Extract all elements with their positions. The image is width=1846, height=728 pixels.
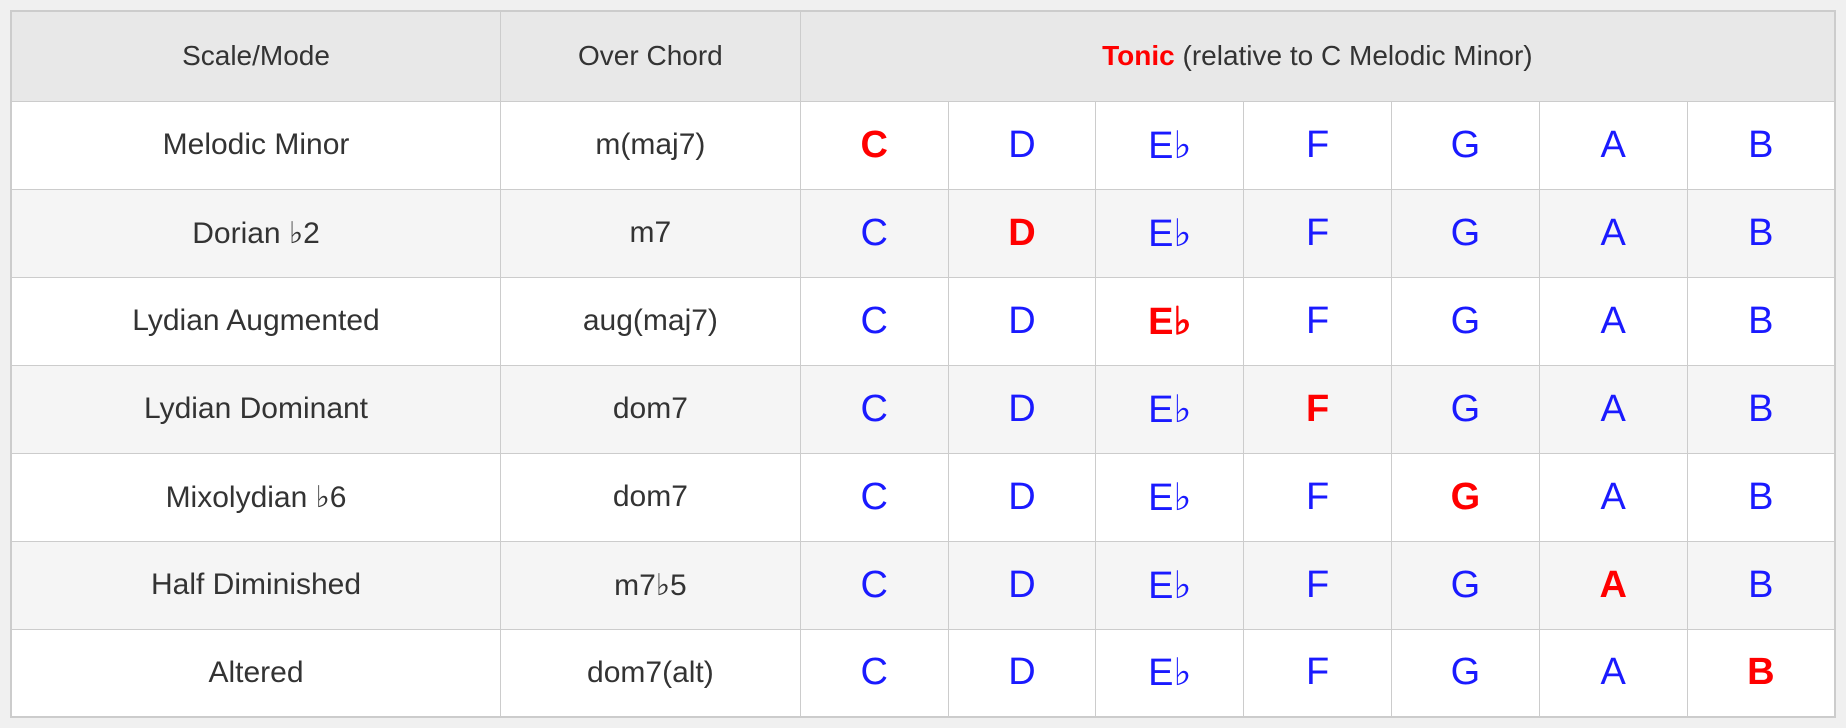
- note-cell: D: [948, 277, 1096, 365]
- note-cell: D: [948, 189, 1096, 277]
- note-cell: F: [1244, 453, 1392, 541]
- tonic-label: Tonic: [1102, 40, 1175, 71]
- scale-mode-header: Scale/Mode: [11, 11, 501, 101]
- note-cell: C: [800, 541, 948, 629]
- note-cell: B: [1687, 453, 1835, 541]
- note-cell: F: [1244, 629, 1392, 717]
- note-cell: B: [1687, 541, 1835, 629]
- note-cell: A: [1539, 189, 1687, 277]
- over-chord-cell: m7: [501, 189, 801, 277]
- table-row: Lydian Augmentedaug(maj7)CDE♭FGAB: [11, 277, 1835, 365]
- note-cell: F: [1244, 189, 1392, 277]
- table-row: Half Diminishedm7♭5CDE♭FGAB: [11, 541, 1835, 629]
- note-cell: C: [800, 101, 948, 189]
- scale-mode-cell: Half Diminished: [11, 541, 501, 629]
- note-cell: A: [1539, 629, 1687, 717]
- note-cell: E♭: [1096, 541, 1244, 629]
- table-row: Melodic Minorm(maj7)CDE♭FGAB: [11, 101, 1835, 189]
- note-cell: G: [1392, 629, 1540, 717]
- note-cell: F: [1244, 277, 1392, 365]
- over-chord-cell: dom7: [501, 365, 801, 453]
- note-cell: A: [1539, 453, 1687, 541]
- scale-mode-cell: Melodic Minor: [11, 101, 501, 189]
- note-cell: G: [1392, 189, 1540, 277]
- note-cell: C: [800, 453, 948, 541]
- scale-mode-table: Scale/Mode Over Chord Tonic (relative to…: [10, 10, 1836, 718]
- note-cell: G: [1392, 453, 1540, 541]
- header-row: Scale/Mode Over Chord Tonic (relative to…: [11, 11, 1835, 101]
- note-cell: G: [1392, 365, 1540, 453]
- over-chord-header: Over Chord: [501, 11, 801, 101]
- note-cell: A: [1539, 365, 1687, 453]
- note-cell: C: [800, 277, 948, 365]
- table-body: Melodic Minorm(maj7)CDE♭FGABDorian ♭2m7C…: [11, 101, 1835, 717]
- table-row: Dorian ♭2m7CDE♭FGAB: [11, 189, 1835, 277]
- note-cell: B: [1687, 101, 1835, 189]
- note-cell: A: [1539, 101, 1687, 189]
- scale-mode-cell: Altered: [11, 629, 501, 717]
- note-cell: B: [1687, 277, 1835, 365]
- note-cell: A: [1539, 277, 1687, 365]
- note-cell: C: [800, 629, 948, 717]
- note-cell: G: [1392, 277, 1540, 365]
- tonic-sublabel: (relative to C Melodic Minor): [1175, 40, 1533, 71]
- note-cell: D: [948, 453, 1096, 541]
- note-cell: F: [1244, 101, 1392, 189]
- over-chord-cell: m7♭5: [501, 541, 801, 629]
- table-row: Altereddom7(alt)CDE♭FGAB: [11, 629, 1835, 717]
- note-cell: B: [1687, 629, 1835, 717]
- scale-mode-cell: Dorian ♭2: [11, 189, 501, 277]
- note-cell: E♭: [1096, 277, 1244, 365]
- note-cell: C: [800, 189, 948, 277]
- note-cell: G: [1392, 541, 1540, 629]
- note-cell: G: [1392, 101, 1540, 189]
- note-cell: B: [1687, 365, 1835, 453]
- note-cell: F: [1244, 365, 1392, 453]
- table-row: Lydian Dominantdom7CDE♭FGAB: [11, 365, 1835, 453]
- scale-mode-cell: Lydian Augmented: [11, 277, 501, 365]
- main-container: Scale/Mode Over Chord Tonic (relative to…: [0, 0, 1846, 728]
- note-cell: E♭: [1096, 453, 1244, 541]
- note-cell: D: [948, 365, 1096, 453]
- note-cell: D: [948, 541, 1096, 629]
- note-cell: E♭: [1096, 189, 1244, 277]
- note-cell: E♭: [1096, 365, 1244, 453]
- table-row: Mixolydian ♭6dom7CDE♭FGAB: [11, 453, 1835, 541]
- note-cell: F: [1244, 541, 1392, 629]
- scale-mode-cell: Mixolydian ♭6: [11, 453, 501, 541]
- over-chord-cell: m(maj7): [501, 101, 801, 189]
- note-cell: A: [1539, 541, 1687, 629]
- over-chord-cell: dom7: [501, 453, 801, 541]
- over-chord-cell: aug(maj7): [501, 277, 801, 365]
- note-cell: E♭: [1096, 629, 1244, 717]
- tonic-header: Tonic (relative to C Melodic Minor): [800, 11, 1835, 101]
- note-cell: B: [1687, 189, 1835, 277]
- note-cell: C: [800, 365, 948, 453]
- note-cell: E♭: [1096, 101, 1244, 189]
- scale-mode-cell: Lydian Dominant: [11, 365, 501, 453]
- over-chord-cell: dom7(alt): [501, 629, 801, 717]
- note-cell: D: [948, 629, 1096, 717]
- note-cell: D: [948, 101, 1096, 189]
